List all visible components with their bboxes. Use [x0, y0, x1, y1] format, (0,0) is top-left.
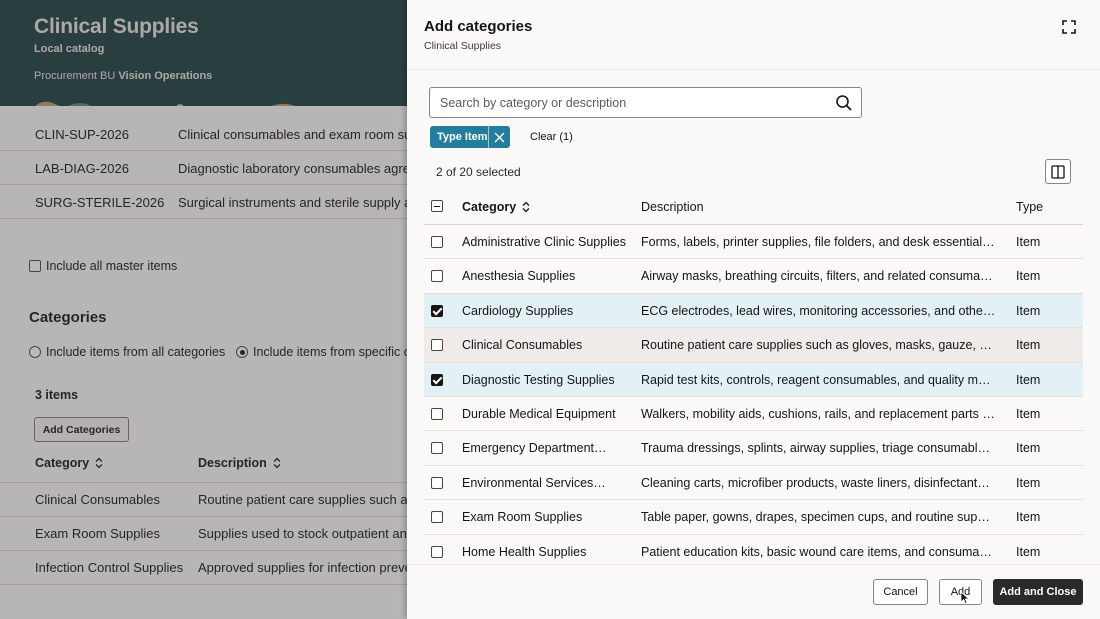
add-categories-drawer: Add categories Clinical Supplies Type It… — [407, 0, 1100, 619]
row-type: Item — [1016, 441, 1041, 456]
drawer-header: Add categories Clinical Supplies — [407, 0, 1100, 70]
row-checkbox[interactable] — [431, 236, 443, 248]
column-header-type[interactable]: Type — [1016, 200, 1043, 214]
row-checkbox[interactable] — [431, 407, 443, 420]
table-row[interactable]: Emergency Department… Trauma dressings, … — [424, 431, 1083, 466]
mouse-pointer-icon — [960, 591, 970, 605]
drawer-footer: Cancel Add Add and Close — [407, 564, 1100, 619]
table-row[interactable]: Durable Medical Equipment Walkers, mobil… — [424, 397, 1083, 432]
row-checkbox-checked[interactable] — [431, 304, 443, 317]
row-type: Item — [1016, 475, 1041, 490]
row-category: Environmental Services… — [462, 475, 606, 490]
row-description: Airway masks, breathing circuits, filter… — [641, 269, 996, 284]
row-description: Rapid test kits, controls, reagent consu… — [641, 372, 996, 387]
row-category: Home Health Supplies — [462, 544, 587, 559]
row-type: Item — [1016, 372, 1041, 387]
row-description: ECG electrodes, lead wires, monitoring a… — [641, 303, 996, 318]
row-category: Diagnostic Testing Supplies — [462, 372, 615, 387]
table-row[interactable]: Environmental Services… Cleaning carts, … — [424, 466, 1083, 501]
row-checkbox[interactable] — [431, 442, 443, 455]
table-row-selected[interactable]: Cardiology Supplies ECG electrodes, lead… — [424, 293, 1083, 329]
drawer-title: Add categories — [424, 18, 533, 35]
row-category: Emergency Department… — [462, 441, 607, 456]
row-type: Item — [1016, 235, 1041, 249]
row-type: Item — [1016, 338, 1041, 353]
search-input[interactable] — [440, 94, 830, 112]
row-description: Walkers, mobility aids, cushions, rails,… — [641, 406, 996, 421]
row-checkbox[interactable] — [431, 476, 443, 489]
row-checkbox[interactable] — [431, 511, 443, 524]
clear-filters-button[interactable]: Clear (1) — [530, 131, 573, 143]
search-box[interactable] — [429, 87, 862, 118]
row-description: Trauma dressings, splints, airway suppli… — [641, 441, 996, 456]
drawer-subtitle: Clinical Supplies — [424, 40, 502, 52]
row-type: Item — [1016, 269, 1041, 284]
selection-count: 2 of 20 selected — [436, 165, 521, 179]
column-header-label: Category — [462, 200, 517, 214]
row-description: Table paper, gowns, drapes, specimen cup… — [641, 510, 996, 525]
column-header-category[interactable]: Category — [462, 200, 530, 214]
row-category: Anesthesia Supplies — [462, 269, 576, 284]
add-and-close-button[interactable]: Add and Close — [993, 579, 1083, 605]
row-checkbox[interactable] — [431, 270, 443, 283]
row-checkbox-checked[interactable] — [431, 373, 443, 386]
table-row-hovered[interactable]: Clinical Consumables Routine patient car… — [424, 328, 1083, 363]
cancel-button[interactable]: Cancel — [873, 579, 928, 605]
row-category: Cardiology Supplies — [462, 303, 574, 318]
row-description: Patient education kits, basic wound care… — [641, 544, 996, 559]
row-category: Exam Room Supplies — [462, 510, 583, 525]
column-header-description[interactable]: Description — [641, 200, 704, 214]
row-description: Cleaning carts, microfiber products, was… — [641, 475, 996, 490]
row-type: Item — [1016, 544, 1041, 559]
row-type: Item — [1016, 510, 1041, 525]
row-description: Routine patient care supplies such as gl… — [641, 338, 996, 353]
table-header: Category Description Type — [424, 190, 1083, 225]
close-icon[interactable] — [494, 132, 505, 143]
categories-table: Category Description Type Administrative… — [424, 190, 1083, 569]
row-category: Clinical Consumables — [462, 338, 583, 353]
row-type: Item — [1016, 406, 1041, 421]
table-row-selected[interactable]: Diagnostic Testing Supplies Rapid test k… — [424, 362, 1083, 397]
expand-icon[interactable] — [1062, 20, 1076, 34]
column-layout-button[interactable] — [1045, 159, 1071, 184]
filter-chip-label: Type Item — [437, 131, 488, 143]
row-category: Administrative Clinic Supplies — [462, 235, 626, 249]
remove-filter-button[interactable] — [488, 126, 509, 148]
row-category: Durable Medical Equipment — [462, 406, 616, 421]
columns-icon — [1051, 164, 1065, 179]
row-description: Forms, labels, printer supplies, file fo… — [641, 235, 996, 249]
table-row[interactable]: Exam Room Supplies Table paper, gowns, d… — [424, 500, 1083, 535]
row-checkbox[interactable] — [431, 339, 443, 352]
select-all-checkbox[interactable] — [431, 200, 443, 212]
row-type: Item — [1016, 303, 1041, 318]
sort-icon[interactable] — [522, 201, 530, 213]
row-checkbox[interactable] — [431, 545, 443, 558]
search-icon[interactable] — [835, 94, 853, 112]
table-row[interactable]: Anesthesia Supplies Airway masks, breath… — [424, 259, 1083, 294]
table-row[interactable]: Administrative Clinic Supplies Forms, la… — [424, 225, 1083, 260]
filter-chip-type-item[interactable]: Type Item — [430, 126, 510, 148]
